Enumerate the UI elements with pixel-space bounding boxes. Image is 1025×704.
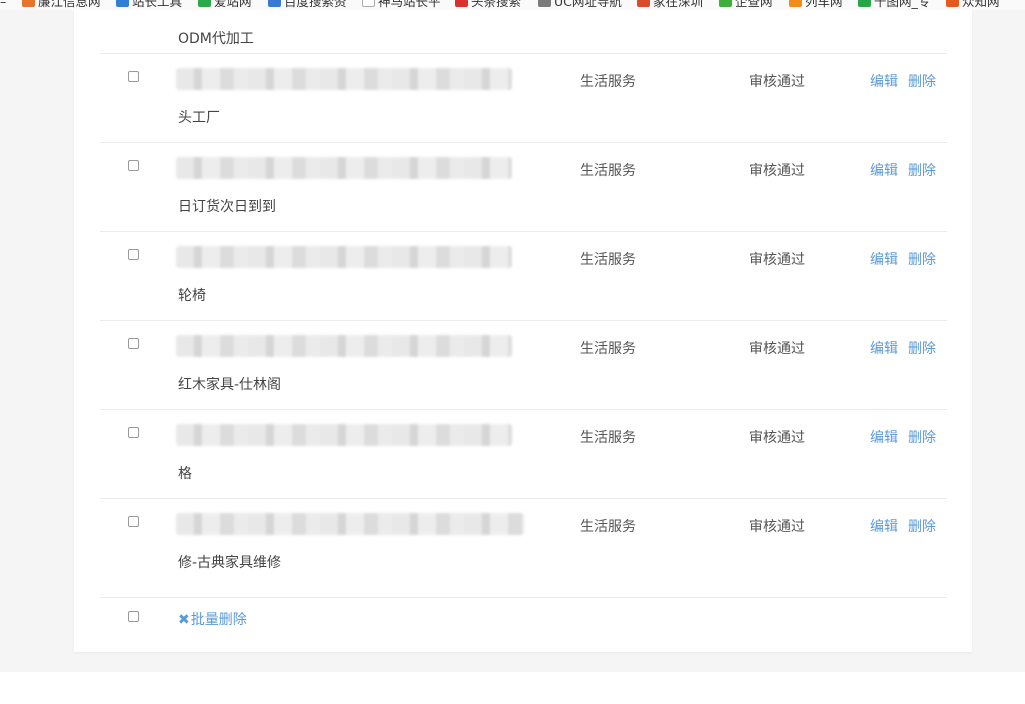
bookmark-8[interactable]: 企查网: [719, 0, 773, 10]
row-status: 审核通过: [749, 430, 805, 446]
row-category: 生活服务: [580, 341, 636, 357]
bookmark-9[interactable]: 列车网: [789, 0, 843, 10]
bookmark-10[interactable]: 千图网_专: [858, 0, 930, 10]
row-status: 审核通过: [749, 519, 805, 535]
redacted-title: [176, 246, 512, 268]
bookmark-favicon-icon: [268, 0, 281, 7]
row-title-tail: 头工厂: [178, 110, 220, 126]
row-fragment-text: ODM代加工: [178, 31, 254, 47]
batch-actions-row: ✖批量删除: [100, 597, 947, 638]
bookmark-4[interactable]: 神马站长平: [362, 0, 441, 10]
bookmark-5[interactable]: 头条搜索: [455, 0, 521, 10]
bookmark-11[interactable]: 众知网: [946, 0, 1000, 10]
close-icon: ✖: [178, 612, 190, 628]
bookmark-favicon-icon: [362, 0, 375, 7]
row-status: 审核通过: [749, 341, 805, 357]
row-status: 审核通过: [749, 252, 805, 268]
row-title-tail: 格: [178, 466, 192, 482]
row-status: 审核通过: [749, 163, 805, 179]
row-category: 生活服务: [580, 252, 636, 268]
row-status: 审核通过: [749, 74, 805, 90]
bookmark-favicon-icon: [22, 0, 35, 7]
row-checkbox[interactable]: [128, 249, 139, 260]
batch-delete-button[interactable]: ✖批量删除: [178, 609, 247, 629]
bookmark-favicon-icon: [858, 0, 871, 7]
row-title-tail: 轮椅: [178, 288, 206, 304]
edit-link[interactable]: 编辑: [870, 338, 898, 358]
bookmark-favicon-icon: [538, 0, 551, 7]
bookmark-favicon-icon: [946, 0, 959, 7]
page-background: ODM代加工 头工厂 生活服务 审核通过 编辑 删除 日订货次日到到 生活服务 …: [0, 10, 1025, 672]
row-category: 生活服务: [580, 430, 636, 446]
edit-link[interactable]: 编辑: [870, 249, 898, 269]
row-category: 生活服务: [580, 519, 636, 535]
row-category: 生活服务: [580, 163, 636, 179]
bookmark-3[interactable]: 百度搜索资: [268, 0, 347, 10]
row-checkbox[interactable]: [128, 160, 139, 171]
table-row: 日订货次日到到 生活服务 审核通过 编辑 删除: [100, 142, 947, 232]
row-checkbox[interactable]: [128, 516, 139, 527]
bookmark-favicon-icon: [637, 0, 650, 7]
bookmark-favicon-icon: [719, 0, 732, 7]
row-title-tail: 红木家具-仕林阁: [178, 377, 282, 393]
table-row: 修-古典家具维修 生活服务 审核通过 编辑 删除: [100, 498, 947, 588]
bookmark-favicon-icon: [455, 0, 468, 7]
table-row: 格 生活服务 审核通过 编辑 删除: [100, 409, 947, 499]
table-row: 红木家具-仕林阁 生活服务 审核通过 编辑 删除: [100, 320, 947, 410]
row-title-tail: 日订货次日到到: [178, 199, 276, 215]
redacted-title: [176, 335, 512, 357]
select-all-checkbox[interactable]: [128, 611, 139, 622]
table-row: 轮椅 生活服务 审核通过 编辑 删除: [100, 231, 947, 321]
delete-link[interactable]: 删除: [908, 160, 936, 180]
edit-link[interactable]: 编辑: [870, 427, 898, 447]
bookmarks-bar: – 廉江信息网 站长工具 爱站网 百度搜索资 神马站长平 头条搜索 UC网址导航…: [0, 0, 1025, 10]
delete-link[interactable]: 删除: [908, 338, 936, 358]
redacted-title: [176, 424, 512, 446]
bookmark-favicon-icon: [789, 0, 802, 7]
delete-link[interactable]: 删除: [908, 427, 936, 447]
bookmark-favicon-icon: [116, 0, 129, 7]
delete-link[interactable]: 删除: [908, 516, 936, 536]
bookmark-7[interactable]: 家在深圳: [637, 0, 703, 10]
delete-link[interactable]: 删除: [908, 71, 936, 91]
row-checkbox[interactable]: [128, 427, 139, 438]
delete-link[interactable]: 删除: [908, 249, 936, 269]
listing-panel: ODM代加工 头工厂 生活服务 审核通过 编辑 删除 日订货次日到到 生活服务 …: [74, 10, 972, 652]
row-title-tail: 修-古典家具维修: [178, 555, 282, 571]
bookmark-6[interactable]: UC网址导航: [538, 0, 622, 10]
bookmark-overflow-arrow[interactable]: –: [0, 0, 6, 10]
bookmark-favicon-icon: [198, 0, 211, 7]
table-row: 头工厂 生活服务 审核通过 编辑 删除: [100, 53, 947, 143]
batch-delete-label: 批量删除: [190, 612, 247, 628]
row-checkbox[interactable]: [128, 338, 139, 349]
edit-link[interactable]: 编辑: [870, 71, 898, 91]
edit-link[interactable]: 编辑: [870, 160, 898, 180]
row-category: 生活服务: [580, 74, 636, 90]
redacted-title: [176, 68, 512, 90]
row-checkbox[interactable]: [128, 71, 139, 82]
bookmark-2[interactable]: 爱站网: [198, 0, 252, 10]
redacted-title: [176, 513, 524, 535]
edit-link[interactable]: 编辑: [870, 516, 898, 536]
redacted-title: [176, 157, 512, 179]
page-bottom-area: [0, 672, 1025, 704]
bookmark-0[interactable]: 廉江信息网: [22, 0, 101, 10]
bookmark-1[interactable]: 站长工具: [116, 0, 182, 10]
